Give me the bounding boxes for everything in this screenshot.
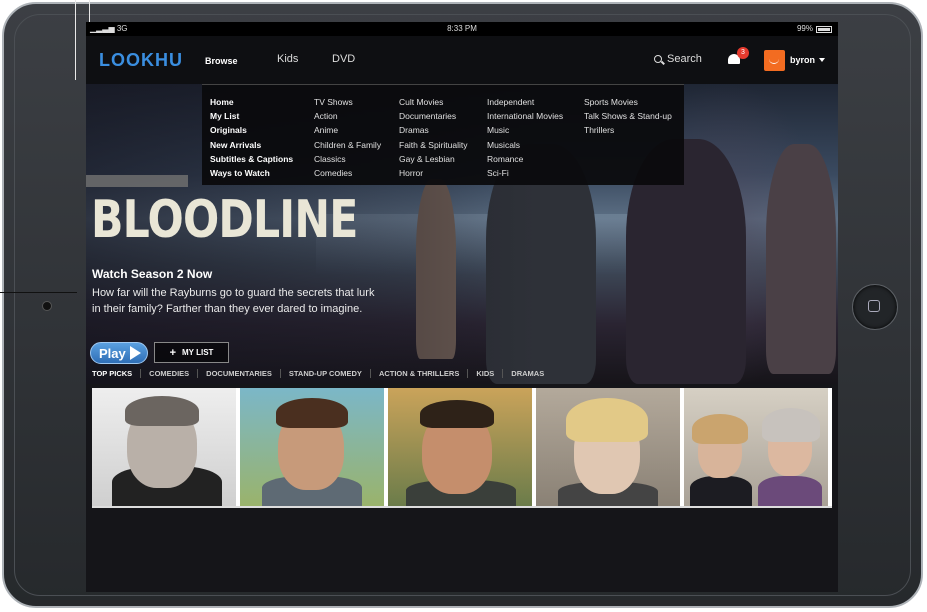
menu-item[interactable]: My List: [210, 109, 293, 123]
username[interactable]: byron: [790, 55, 815, 65]
chevron-down-icon[interactable]: [819, 58, 825, 62]
menu-item[interactable]: Anime: [314, 123, 381, 137]
menu-item[interactable]: Home: [210, 95, 293, 109]
menu-item[interactable]: Classics: [314, 152, 381, 166]
search-button[interactable]: Search: [654, 53, 702, 65]
menu-item[interactable]: Action: [314, 109, 381, 123]
browse-menu: Home My List Originals New Arrivals Subt…: [202, 84, 684, 185]
avatar[interactable]: [764, 50, 785, 71]
title-tile[interactable]: [684, 388, 828, 506]
tab-comedies[interactable]: COMEDIES: [140, 369, 197, 378]
title-tile[interactable]: [536, 388, 680, 506]
mylist-label: MY LIST: [182, 348, 214, 357]
menu-item[interactable]: Documentaries: [399, 109, 468, 123]
add-to-my-list-button[interactable]: + MY LIST: [154, 342, 229, 363]
screen: ▁▂▃▅ 3G 8:33 PM 99% BLOODLINE Watch Seas…: [86, 22, 838, 592]
top-nav: LOOKHU Browse Kids DVD Search 3 byron: [86, 36, 838, 84]
category-tabs: TOP PICKS COMEDIES DOCUMENTARIES STAND-U…: [92, 369, 552, 378]
menu-item[interactable]: Independent: [487, 95, 563, 109]
status-bar: ▁▂▃▅ 3G 8:33 PM 99%: [86, 22, 838, 36]
tab-action-thrillers[interactable]: ACTION & THRILLERS: [369, 369, 467, 378]
menu-item[interactable]: Sports Movies: [584, 95, 672, 109]
menu-item[interactable]: Ways to Watch: [210, 166, 293, 180]
menu-item[interactable]: Talk Shows & Stand-up: [584, 109, 672, 123]
browse-menu-col: Cult Movies Documentaries Dramas Faith &…: [399, 95, 468, 180]
overlay-bar: [86, 175, 188, 187]
callout-line: [0, 292, 77, 293]
row-divider: [92, 506, 832, 508]
play-icon: [129, 346, 141, 360]
menu-item[interactable]: Musicals: [487, 138, 563, 152]
menu-item[interactable]: Music: [487, 123, 563, 137]
title-tile[interactable]: [388, 388, 532, 506]
title-tile[interactable]: [92, 388, 236, 506]
title-row: [92, 388, 832, 506]
play-label: Play: [99, 345, 126, 361]
tab-stand-up-comedy[interactable]: STAND-UP COMEDY: [279, 369, 370, 378]
browse-menu-col: Home My List Originals New Arrivals Subt…: [210, 95, 293, 180]
menu-item[interactable]: Children & Family: [314, 138, 381, 152]
menu-item[interactable]: Originals: [210, 123, 293, 137]
menu-item[interactable]: Thrillers: [584, 123, 672, 137]
browse-menu-col: Sports Movies Talk Shows & Stand-up Thri…: [584, 95, 672, 138]
menu-item[interactable]: Dramas: [399, 123, 468, 137]
home-button[interactable]: [852, 284, 898, 330]
search-icon: [654, 55, 662, 63]
menu-item[interactable]: New Arrivals: [210, 138, 293, 152]
menu-item[interactable]: Romance: [487, 152, 563, 166]
tab-documentaries[interactable]: DOCUMENTARIES: [197, 369, 280, 378]
browse-menu-col: Independent International Movies Music M…: [487, 95, 563, 180]
menu-item[interactable]: Sci-Fi: [487, 166, 563, 180]
browse-menu-col: TV Shows Action Anime Children & Family …: [314, 95, 381, 180]
menu-item[interactable]: International Movies: [487, 109, 563, 123]
logo[interactable]: LOOKHU: [99, 50, 183, 71]
battery-indicator: 99%: [797, 22, 832, 36]
menu-item[interactable]: Subtitles & Captions: [210, 152, 293, 166]
menu-item[interactable]: Faith & Spirituality: [399, 138, 468, 152]
menu-item[interactable]: Horror: [399, 166, 468, 180]
battery-percent: 99%: [796, 24, 813, 33]
tab-top-picks[interactable]: TOP PICKS: [92, 369, 140, 378]
menu-item[interactable]: Comedies: [314, 166, 381, 180]
home-square-icon: [868, 300, 880, 312]
play-button[interactable]: Play: [90, 342, 148, 364]
nav-dvd[interactable]: DVD: [332, 53, 355, 65]
camera-icon: [42, 301, 52, 311]
hero-title-art: BLOODLINE: [91, 190, 358, 250]
title-tile[interactable]: [240, 388, 384, 506]
tab-kids[interactable]: KIDS: [467, 369, 502, 378]
menu-item[interactable]: Cult Movies: [399, 95, 468, 109]
hero-subtitle: Watch Season 2 Now: [92, 267, 213, 281]
menu-item[interactable]: TV Shows: [314, 95, 381, 109]
nav-kids[interactable]: Kids: [277, 53, 298, 65]
search-label: Search: [667, 53, 702, 65]
hero-description: How far will the Rayburns go to guard th…: [92, 287, 375, 315]
clock: 8:33 PM: [447, 24, 477, 33]
tab-dramas[interactable]: DRAMAS: [502, 369, 552, 378]
notification-badge: 3: [737, 47, 749, 59]
menu-item[interactable]: Gay & Lesbian: [399, 152, 468, 166]
battery-icon: [816, 25, 832, 33]
callout-line: [75, 0, 76, 80]
nav-browse[interactable]: Browse: [205, 56, 238, 66]
plus-icon: +: [169, 346, 176, 359]
